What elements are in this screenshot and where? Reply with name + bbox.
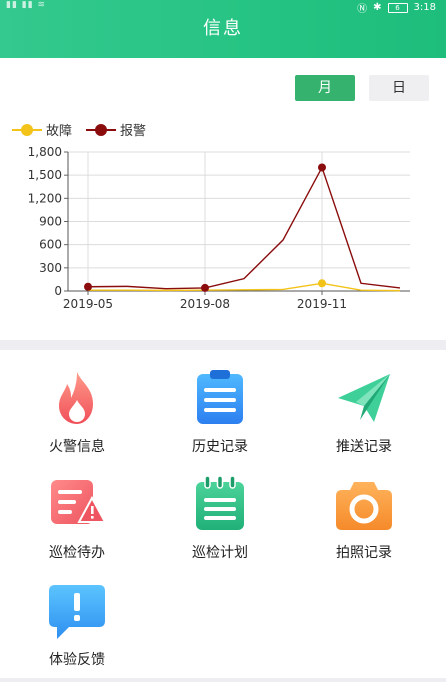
- x-tick-label: 2019-11: [297, 297, 347, 311]
- legend-item-fault[interactable]: 故障: [12, 120, 72, 139]
- paper-plane-icon: [338, 374, 390, 422]
- fault-legend-marker: [12, 123, 42, 137]
- menu-label: 体验反馈: [49, 652, 105, 668]
- clock: 3:18: [413, 2, 436, 13]
- signal-indicators: ▮▮ ▮▮ ≋: [6, 0, 47, 10]
- alarm-legend-marker: [86, 123, 117, 137]
- line-chart: 0 300 600 900 1,200 1,500 1,800 2019-05 2019-08 2…: [28, 145, 410, 311]
- battery-icon: 6: [387, 2, 408, 13]
- feedback-icon: [49, 585, 105, 639]
- data-point: [318, 163, 326, 172]
- menu-item-history[interactable]: 历史记录: [160, 356, 280, 456]
- legend-item-alarm[interactable]: 报警: [86, 120, 146, 139]
- calendar-icon: [196, 475, 244, 530]
- status-bar-right: Ⓝ ✱ 6 3:18: [357, 0, 436, 15]
- menu-label: 拍照记录: [336, 545, 392, 561]
- menu-item-photo-records[interactable]: 拍照记录: [304, 462, 424, 562]
- x-tick-label: 2019-05: [63, 297, 113, 311]
- day-toggle-button[interactable]: 日: [369, 75, 429, 101]
- y-tick-label: 600: [39, 238, 62, 252]
- menu-label: 推送记录: [336, 439, 392, 455]
- page-title: 信息: [203, 18, 243, 39]
- menu-item-push-records[interactable]: 推送记录: [304, 356, 424, 456]
- x-tick-label: 2019-08: [180, 297, 230, 311]
- menu-grid: 火警信息 历史记录 推送记录 巡检待办 巡检计划 拍照记录 体验反馈: [0, 350, 446, 678]
- warning-list-icon: [51, 480, 107, 524]
- y-tick-label: 900: [39, 215, 62, 229]
- y-tick-label: 1,800: [28, 145, 62, 159]
- legend-label-fault: 故障: [46, 124, 73, 139]
- month-toggle-button[interactable]: 月: [295, 75, 355, 101]
- y-tick-label: 1,500: [28, 168, 62, 182]
- y-tick-label: 0: [54, 284, 62, 298]
- menu-item-feedback[interactable]: 体验反馈: [17, 569, 137, 669]
- data-point: [201, 283, 209, 292]
- camera-icon: [336, 482, 392, 530]
- nfc-icon: Ⓝ: [357, 4, 368, 15]
- menu-label: 巡检计划: [192, 545, 248, 561]
- menu-item-inspection-plan[interactable]: 巡检计划: [160, 462, 280, 562]
- data-point: [84, 282, 92, 291]
- menu-label: 火警信息: [49, 439, 105, 455]
- fire-icon: [59, 372, 93, 424]
- data-point: [318, 279, 326, 288]
- menu-item-inspection-todo[interactable]: 巡检待办: [17, 462, 137, 562]
- chart-card: 月 日 故障 报警 0 300 600 900 1,200 1,500 1,800 2019-…: [0, 58, 446, 340]
- menu-label: 历史记录: [192, 439, 248, 455]
- bluetooth-icon: ✱: [373, 2, 382, 13]
- chart-legend: 故障 报警: [12, 120, 160, 139]
- battery-level: 6: [395, 3, 400, 12]
- app-header: ▮▮ ▮▮ ≋ Ⓝ ✱ 6 3:18 信息: [0, 0, 446, 58]
- menu-label: 巡检待办: [49, 545, 105, 561]
- y-tick-label: 300: [39, 261, 62, 275]
- legend-label-alarm: 报警: [120, 124, 147, 139]
- menu-item-fire-alarm[interactable]: 火警信息: [17, 356, 137, 456]
- clipboard-icon: [197, 370, 243, 424]
- y-tick-label: 1,200: [28, 191, 62, 205]
- series-line-1: [87, 165, 401, 290]
